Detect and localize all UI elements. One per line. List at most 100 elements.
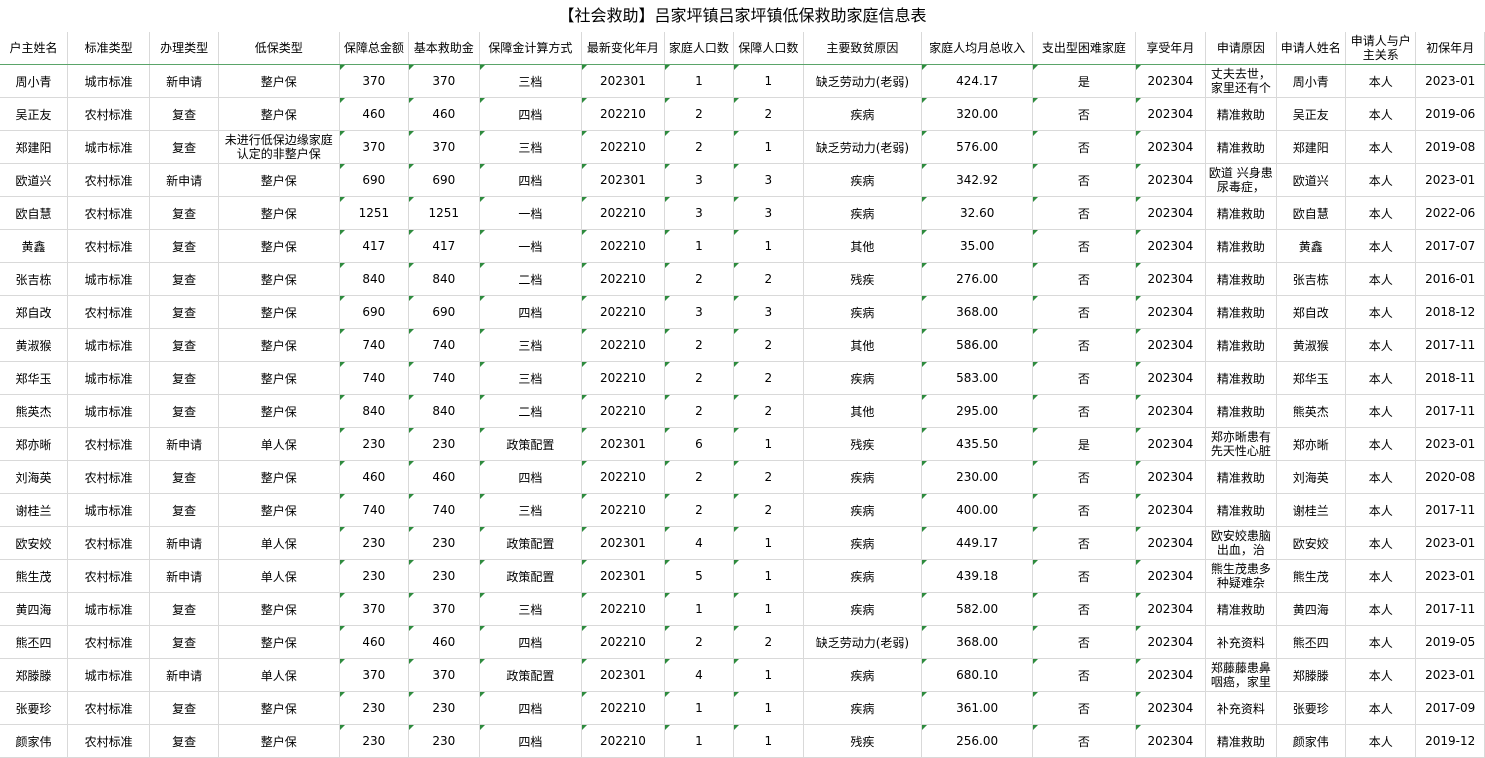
table-cell[interactable]: 残疾 (803, 724, 923, 758)
table-cell[interactable]: 否 (1032, 592, 1136, 626)
table-cell[interactable]: 417 (408, 229, 480, 263)
table-cell[interactable]: 2023-01 (1415, 658, 1485, 692)
table-cell[interactable]: 周小青 (1276, 64, 1346, 98)
table-cell[interactable]: 缺乏劳动力(老弱) (803, 64, 923, 98)
table-cell[interactable]: 2016-01 (1415, 262, 1485, 296)
table-cell[interactable]: 城市标准 (67, 493, 151, 527)
table-row[interactable]: 郑自改 农村标准 复查 整户保 690 690 四档 202210 3 3 疾病 368.00 否 202… (0, 295, 1485, 329)
table-cell[interactable]: 740 (408, 361, 480, 395)
table-cell[interactable]: 2019-05 (1415, 625, 1485, 659)
table-cell[interactable]: 黄鑫 (0, 229, 68, 263)
table-cell[interactable]: 四档 (479, 460, 583, 494)
table-cell[interactable]: 否 (1032, 691, 1136, 725)
table-cell[interactable]: 2017-11 (1415, 394, 1485, 428)
column-header[interactable]: 低保类型 (218, 32, 340, 65)
table-cell[interactable]: 其他 (803, 328, 923, 362)
table-cell[interactable]: 三档 (479, 130, 583, 164)
table-cell[interactable]: 230 (408, 526, 480, 560)
table-cell[interactable]: 2 (733, 97, 804, 131)
table-cell[interactable]: 202301 (581, 559, 665, 593)
column-header[interactable]: 享受年月 (1135, 32, 1207, 65)
table-cell[interactable]: 202304 (1135, 262, 1207, 296)
table-cell[interactable]: 农村标准 (67, 691, 151, 725)
column-header[interactable]: 主要致贫原因 (803, 32, 923, 65)
table-cell[interactable]: 复查 (149, 361, 219, 395)
table-cell[interactable]: 230 (339, 559, 410, 593)
table-cell[interactable]: 熊丕四 (0, 625, 68, 659)
table-cell[interactable]: 残疾 (803, 262, 923, 296)
table-cell[interactable]: 202304 (1135, 625, 1207, 659)
table-cell[interactable]: 新申请 (149, 427, 219, 461)
table-cell[interactable]: 2017-11 (1415, 328, 1485, 362)
table-cell[interactable]: 是 (1032, 427, 1136, 461)
table-cell[interactable]: 否 (1032, 625, 1136, 659)
table-cell[interactable]: 本人 (1345, 262, 1417, 296)
table-cell[interactable]: 202301 (581, 64, 665, 98)
table-cell[interactable]: 230 (339, 427, 410, 461)
table-cell[interactable]: 2 (733, 625, 804, 659)
table-cell[interactable]: 690 (408, 295, 480, 329)
table-cell[interactable]: 370 (339, 658, 410, 692)
table-cell[interactable]: 否 (1032, 460, 1136, 494)
table-cell[interactable]: 否 (1032, 163, 1136, 197)
column-header[interactable]: 家庭人均月总收入 (921, 32, 1034, 65)
table-cell[interactable]: 否 (1032, 361, 1136, 395)
table-cell[interactable]: 2 (664, 361, 735, 395)
table-cell[interactable]: 2 (664, 97, 735, 131)
table-cell[interactable]: 农村标准 (67, 295, 151, 329)
table-cell[interactable]: 202304 (1135, 163, 1207, 197)
table-cell[interactable]: 202304 (1135, 526, 1207, 560)
table-cell[interactable]: 2023-01 (1415, 163, 1485, 197)
table-cell[interactable]: 复查 (149, 328, 219, 362)
table-cell[interactable]: 新申请 (149, 658, 219, 692)
table-cell[interactable]: 本人 (1345, 592, 1417, 626)
table-cell[interactable]: 435.50 (921, 427, 1034, 461)
table-cell[interactable]: 2 (664, 328, 735, 362)
table-cell[interactable]: 精准救助 (1205, 130, 1277, 164)
table-cell[interactable]: 精准救助 (1205, 592, 1277, 626)
table-cell[interactable]: 690 (339, 295, 410, 329)
table-cell[interactable]: 刘海英 (1276, 460, 1346, 494)
table-cell[interactable]: 1 (664, 724, 735, 758)
table-cell[interactable]: 740 (339, 493, 410, 527)
table-cell[interactable]: 3 (733, 163, 804, 197)
table-cell[interactable]: 吴正友 (0, 97, 68, 131)
table-cell[interactable]: 疾病 (803, 460, 923, 494)
table-cell[interactable]: 202304 (1135, 691, 1207, 725)
table-cell[interactable]: 2017-11 (1415, 592, 1485, 626)
table-cell[interactable]: 黄淑猴 (0, 328, 68, 362)
table-cell[interactable]: 黄四海 (0, 592, 68, 626)
table-cell[interactable]: 城市标准 (67, 658, 151, 692)
table-cell[interactable]: 熊丕四 (1276, 625, 1346, 659)
table-cell[interactable]: 精准救助 (1205, 295, 1277, 329)
table-cell[interactable]: 郑亦晰 (0, 427, 68, 461)
table-cell[interactable]: 补充资料 (1205, 625, 1277, 659)
table-cell[interactable]: 本人 (1345, 658, 1417, 692)
table-cell[interactable]: 35.00 (921, 229, 1034, 263)
table-cell[interactable]: 370 (339, 64, 410, 98)
table-row[interactable]: 熊英杰 城市标准 复查 整户保 840 840 二档 202210 2 2 其他 295.00 否 202… (0, 394, 1485, 428)
table-cell[interactable]: 2 (664, 130, 735, 164)
table-cell[interactable]: 2020-08 (1415, 460, 1485, 494)
table-row[interactable]: 黄淑猴 城市标准 复查 整户保 740 740 三档 202210 2 2 其他 586.00 否 202… (0, 328, 1485, 362)
table-cell[interactable]: 690 (339, 163, 410, 197)
table-cell[interactable]: 2 (664, 460, 735, 494)
table-cell[interactable]: 二档 (479, 394, 583, 428)
table-cell[interactable]: 政策配置 (479, 559, 583, 593)
table-cell[interactable]: 熊英杰 (0, 394, 68, 428)
table-cell[interactable]: 复查 (149, 724, 219, 758)
table-cell[interactable]: 1 (733, 64, 804, 98)
table-cell[interactable]: 586.00 (921, 328, 1034, 362)
table-cell[interactable]: 3 (664, 196, 735, 230)
table-cell[interactable]: 2019-06 (1415, 97, 1485, 131)
table-cell[interactable]: 复查 (149, 262, 219, 296)
table-cell[interactable]: 本人 (1345, 691, 1417, 725)
table-cell[interactable]: 202210 (581, 97, 665, 131)
table-cell[interactable]: 256.00 (921, 724, 1034, 758)
table-cell[interactable]: 复查 (149, 691, 219, 725)
table-cell[interactable]: 谢桂兰 (0, 493, 68, 527)
table-cell[interactable]: 202210 (581, 493, 665, 527)
table-cell[interactable]: 疾病 (803, 658, 923, 692)
table-cell[interactable]: 202304 (1135, 724, 1207, 758)
table-cell[interactable]: 精准救助 (1205, 97, 1277, 131)
